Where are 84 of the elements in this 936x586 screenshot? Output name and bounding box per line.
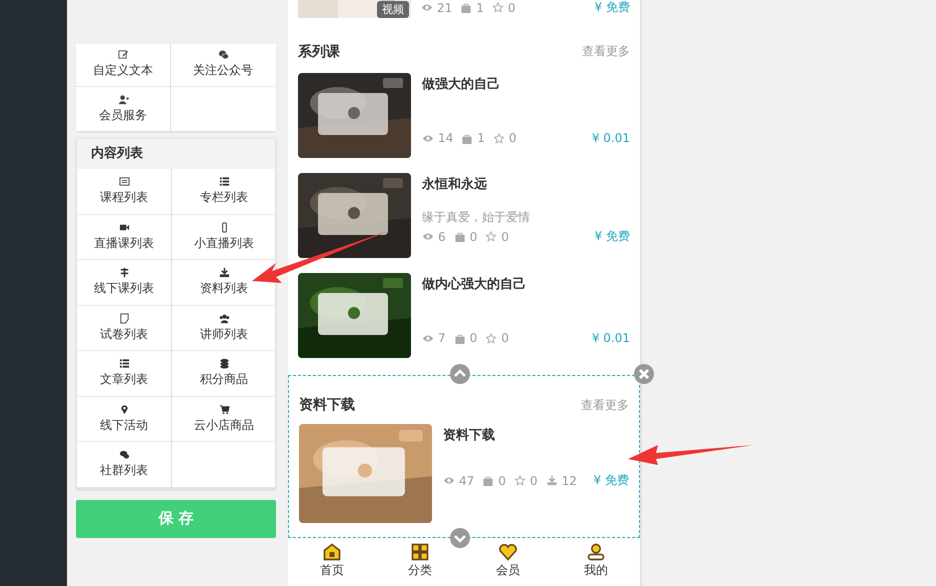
purchase-count: 0 <box>470 230 478 244</box>
grid-icon <box>410 542 430 562</box>
view-count: 6 <box>438 230 446 244</box>
tab-bar-item[interactable]: 首页 <box>302 542 362 579</box>
component-item[interactable]: 线下活动 <box>77 396 172 442</box>
heart-icon <box>498 542 518 562</box>
edit-icon <box>118 49 128 60</box>
component-item[interactable]: 讲师列表 <box>172 306 276 351</box>
price: ¥ 免费 <box>594 0 630 16</box>
price: ¥ 0.01 <box>592 331 630 345</box>
tab-bar-item[interactable]: 我的 <box>566 542 626 579</box>
selected-section[interactable]: 资料下载 查看更多 资料下载 47 0 0 12 ¥ 免费 <box>288 375 640 538</box>
tab-bar-item[interactable]: 会员 <box>478 542 538 579</box>
view-count: 14 <box>438 131 454 145</box>
purchase-count: 0 <box>498 474 506 488</box>
favorite-count: 0 <box>508 0 516 14</box>
note-icon <box>118 312 130 324</box>
price: ¥ 0.01 <box>592 131 630 145</box>
database-icon <box>218 358 230 370</box>
eye-icon <box>422 132 434 144</box>
star-icon <box>514 475 526 486</box>
list-icon <box>218 176 230 188</box>
cart-icon <box>218 404 230 415</box>
download-icon <box>218 267 230 278</box>
eye-icon <box>443 475 455 486</box>
bag-icon <box>460 2 472 13</box>
move-down-icon[interactable] <box>450 528 470 548</box>
tab-bar-item[interactable]: 分类 <box>390 542 450 579</box>
star-icon <box>485 231 498 242</box>
component-item[interactable]: 小直播列表 <box>172 214 276 260</box>
item-title[interactable]: 资料下载 <box>443 426 629 444</box>
home-icon <box>322 542 342 562</box>
close-icon[interactable] <box>634 364 654 384</box>
component-item[interactable]: 课程列表 <box>77 169 172 214</box>
favorite-count: 0 <box>508 131 517 145</box>
component-item[interactable]: 云小店商品 <box>172 396 276 442</box>
bag-icon <box>461 132 474 144</box>
component-item[interactable]: 关注公众号 <box>171 44 275 87</box>
eye-icon <box>422 231 434 242</box>
move-up-icon[interactable] <box>450 364 470 384</box>
component-item[interactable]: 积分商品 <box>172 351 276 396</box>
section-title: 资料下载 <box>299 396 355 414</box>
component-item[interactable]: 社群列表 <box>77 442 172 488</box>
view-count: 7 <box>438 331 446 345</box>
component-item[interactable]: 专栏列表 <box>172 169 276 214</box>
favorite-count: 0 <box>501 331 509 345</box>
item-title[interactable]: 做强大的自己 <box>422 75 630 93</box>
star-icon <box>492 132 505 144</box>
download-icon <box>546 475 558 486</box>
bag-icon <box>454 231 466 242</box>
price: ¥ 免费 <box>594 228 630 245</box>
purchase-count: 0 <box>470 331 478 345</box>
component-item[interactable]: 会员服务 <box>76 87 171 131</box>
star-icon <box>492 2 504 13</box>
purchase-count: 1 <box>476 0 484 14</box>
section-title: 系列课 <box>298 42 340 60</box>
component-item[interactable]: 线下课列表 <box>77 260 172 306</box>
view-count: 21 <box>437 0 452 14</box>
component-item[interactable]: 直播课列表 <box>77 214 172 260</box>
download-count: 12 <box>562 474 577 488</box>
component-item[interactable]: 自定义文本 <box>76 44 171 87</box>
list-alt-icon <box>118 176 130 188</box>
purchase-count: 1 <box>477 131 485 145</box>
price: ¥ 免费 <box>594 472 629 489</box>
star-icon <box>485 332 498 344</box>
list-icon <box>118 358 130 370</box>
view-count: 47 <box>459 474 474 488</box>
marker-icon <box>118 404 130 415</box>
favorite-count: 0 <box>530 474 538 488</box>
component-item[interactable]: 文章列表 <box>77 351 172 396</box>
item-title[interactable]: 永恒和永远 <box>422 175 630 193</box>
comments-icon <box>118 449 130 460</box>
video-badge: 视频 <box>377 1 409 18</box>
item-title[interactable]: 做内心强大的自己 <box>422 275 630 293</box>
user-plus-icon <box>118 94 128 105</box>
group-title: 内容列表 <box>90 144 144 163</box>
users-icon <box>218 312 230 324</box>
bag-icon <box>482 475 494 486</box>
favorite-count: 0 <box>501 230 509 244</box>
item-subtitle: 缘于真爱，始于爱情 <box>422 209 531 226</box>
bag-icon <box>454 332 466 344</box>
component-item[interactable]: 试卷列表 <box>77 306 172 351</box>
eye-icon <box>422 332 434 344</box>
user-icon <box>586 542 606 562</box>
